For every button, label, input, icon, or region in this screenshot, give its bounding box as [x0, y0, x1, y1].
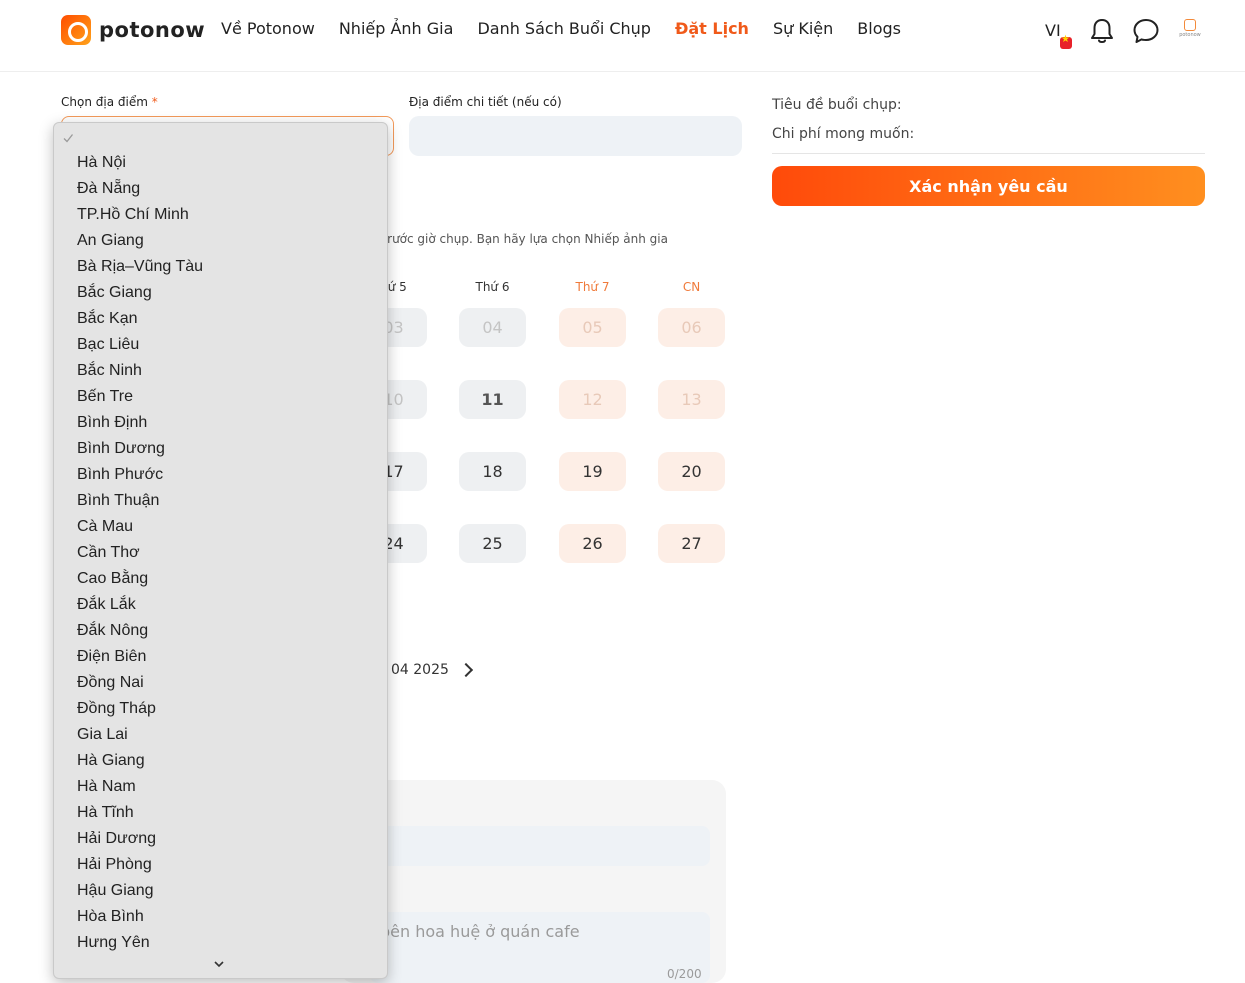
dropdown-option[interactable]: Hòa Bình [77, 904, 144, 930]
nav-blogs[interactable]: Blogs [857, 19, 901, 38]
dropdown-option[interactable]: Điện Biên [77, 644, 146, 670]
day-header-thu7: Thứ 7 [575, 280, 610, 294]
calendar-day: 04 [459, 308, 526, 347]
dropdown-option[interactable]: Bắc Kạn [77, 306, 137, 332]
dropdown-option[interactable]: Hà Nội [77, 150, 126, 176]
chevron-down-icon[interactable] [212, 958, 226, 970]
dropdown-option[interactable]: Hậu Giang [77, 878, 154, 904]
language-selector[interactable]: VI [1045, 21, 1061, 40]
calendar-day[interactable]: 26 [559, 524, 626, 563]
dropdown-option[interactable]: Hải Phòng [77, 852, 152, 878]
calendar-day[interactable]: 19 [559, 452, 626, 491]
calendar-day: 06 [658, 308, 725, 347]
detail-location-input[interactable] [409, 116, 742, 156]
dropdown-option[interactable]: Hà Giang [77, 748, 145, 774]
nav-dat-lich[interactable]: Đặt Lịch [675, 19, 749, 38]
main-nav: Về Potonow Nhiếp Ảnh Gia Danh Sách Buổi … [221, 19, 901, 38]
dropdown-option[interactable]: Bình Dương [77, 436, 165, 462]
dropdown-option[interactable]: Cần Thơ [77, 540, 140, 566]
booking-note: g trước giờ chụp. Bạn hãy lựa chọn Nhiếp… [371, 232, 668, 246]
logo-icon [61, 15, 91, 45]
dropdown-option[interactable]: An Giang [77, 228, 144, 254]
location-label-text: Chọn địa điểm [61, 95, 148, 109]
dropdown-option[interactable]: Bà Rịa–Vũng Tàu [77, 254, 203, 280]
nav-nhiep-anh-gia[interactable]: Nhiếp Ảnh Gia [339, 19, 454, 38]
summary-title-label: Tiêu đề buổi chụp: [772, 97, 902, 113]
calendar-day-today[interactable]: 11 [459, 380, 526, 419]
calendar-day[interactable]: 27 [658, 524, 725, 563]
nav-danh-sach-buoi-chup[interactable]: Danh Sách Buổi Chụp [477, 19, 651, 38]
location-label: Chọn địa điểm * [61, 95, 158, 109]
dropdown-option[interactable]: Đồng Tháp [77, 696, 156, 722]
dropdown-option[interactable]: Hưng Yên [77, 930, 150, 956]
dropdown-option[interactable]: Bình Phước [77, 462, 163, 488]
checkmark-icon [63, 134, 74, 143]
top-header: potonow Về Potonow Nhiếp Ảnh Gia Danh Sá… [0, 0, 1245, 72]
day-header-thu6: Thứ 6 [475, 280, 510, 294]
avatar-text: potonow [1179, 32, 1201, 38]
dropdown-option[interactable]: Đắk Nông [77, 618, 148, 644]
dropdown-option[interactable]: Cao Bằng [77, 566, 148, 592]
day-header-cn: CN [682, 280, 701, 294]
vietnam-flag-icon [1060, 34, 1072, 49]
dropdown-option[interactable]: Bình Định [77, 410, 147, 436]
dropdown-option[interactable]: TP.Hồ Chí Minh [77, 202, 189, 228]
dropdown-option[interactable]: Bắc Ninh [77, 358, 142, 384]
dropdown-option[interactable]: Đà Nẵng [77, 176, 140, 202]
calendar-day[interactable]: 25 [459, 524, 526, 563]
user-avatar[interactable]: potonow [1178, 19, 1202, 41]
summary-divider [772, 153, 1205, 154]
dropdown-option[interactable]: Bến Tre [77, 384, 133, 410]
dropdown-option[interactable]: Đồng Nai [77, 670, 144, 696]
detail-location-label: Địa điểm chi tiết (nếu có) [409, 95, 562, 109]
shoot-title-input[interactable] [370, 826, 710, 866]
nav-su-kien[interactable]: Sự Kiện [773, 19, 833, 38]
bell-icon[interactable] [1089, 17, 1115, 45]
description-placeholder: bên hoa huệ ở quán cafe [380, 922, 580, 941]
dropdown-option[interactable]: Cà Mau [77, 514, 133, 540]
required-mark: * [151, 95, 158, 109]
calendar-day[interactable]: 20 [658, 452, 725, 491]
dropdown-option[interactable]: Hà Tĩnh [77, 800, 134, 826]
dropdown-option[interactable]: Bắc Giang [77, 280, 152, 306]
nav-ve-potonow[interactable]: Về Potonow [221, 19, 315, 38]
dropdown-option[interactable]: Bạc Liêu [77, 332, 139, 358]
dropdown-option[interactable]: Hải Dương [77, 826, 156, 852]
calendar-day[interactable]: 13 [658, 380, 725, 419]
month-label: 04 2025 [391, 662, 449, 678]
summary-cost-label: Chi phí mong muốn: [772, 126, 915, 142]
confirm-request-button[interactable]: Xác nhận yêu cầu [772, 166, 1205, 206]
dropdown-option[interactable]: Hà Nam [77, 774, 136, 800]
calendar-day[interactable]: 12 [559, 380, 626, 419]
dropdown-option[interactable]: Gia Lai [77, 722, 128, 748]
calendar-day: 05 [559, 308, 626, 347]
location-dropdown-list[interactable]: Hà Nội Đà Nẵng TP.Hồ Chí Minh An Giang Bà Rị… [53, 122, 388, 979]
month-navigator: 04 2025 [391, 662, 473, 678]
calendar-day[interactable]: 18 [459, 452, 526, 491]
logo[interactable]: potonow [61, 15, 205, 45]
dropdown-option[interactable]: Bình Thuận [77, 488, 159, 514]
char-counter: 0/200 [667, 967, 702, 981]
chat-icon[interactable] [1132, 17, 1160, 45]
avatar-logo-icon [1184, 19, 1196, 31]
dropdown-option[interactable]: Đắk Lắk [77, 592, 136, 618]
chevron-right-icon[interactable] [458, 662, 473, 678]
logo-text: potonow [99, 18, 206, 42]
